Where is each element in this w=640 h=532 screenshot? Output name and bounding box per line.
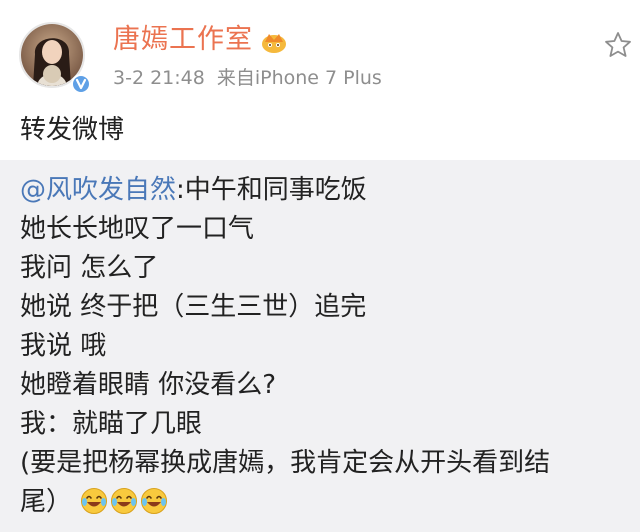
star-icon[interactable] — [603, 30, 633, 60]
repost-line-5: 我说 哦 — [20, 331, 107, 361]
repost-line-9: 尾） — [20, 484, 170, 520]
laugh-cry-emoji — [81, 488, 108, 514]
repost-line-2: 她长长地叹了一口气 — [20, 214, 255, 244]
repost-line-7: 我：就瞄了几眼 — [20, 409, 203, 439]
mention-link[interactable]: @风吹发自然 — [20, 175, 176, 205]
verified-badge-icon — [71, 74, 91, 94]
post-text: 转发微博 — [20, 115, 125, 145]
avatar[interactable] — [19, 22, 91, 94]
repost-line-3: 我问 怎么了 — [20, 253, 159, 283]
laugh-cry-emoji — [111, 488, 138, 514]
source: 来自iPhone 7 Plus — [216, 67, 382, 89]
timestamp: 3-2 21:48 — [113, 67, 205, 89]
repost-line-8: (要是把杨幂换成唐嫣，我肯定会从开头看到结 — [20, 448, 551, 478]
repost-line-4: 她说 终于把（三生三世）追完 — [20, 292, 367, 322]
repost-block[interactable]: @风吹发自然:中午和同事吃饭 她长长地叹了一口气 我问 怎么了 她说 终于把（三… — [0, 160, 640, 532]
repost-text: :中午和同事吃饭 — [176, 175, 367, 205]
user-name[interactable]: 唐嫣工作室 — [113, 22, 253, 58]
crown-icon — [262, 34, 286, 53]
laugh-cry-emoji — [141, 488, 168, 514]
post-meta: 3-2 21:48 来自iPhone 7 Plus — [113, 64, 394, 92]
weibo-post: 唐嫣工作室 3-2 21:48 来自iPhone 7 Plus 转发微博 @风吹发… — [0, 0, 640, 532]
repost-text: 尾） — [20, 487, 73, 517]
repost-line-6: 她瞪着眼睛 你没看么? — [20, 370, 277, 400]
repost-line-1: @风吹发自然:中午和同事吃饭 — [20, 172, 367, 208]
